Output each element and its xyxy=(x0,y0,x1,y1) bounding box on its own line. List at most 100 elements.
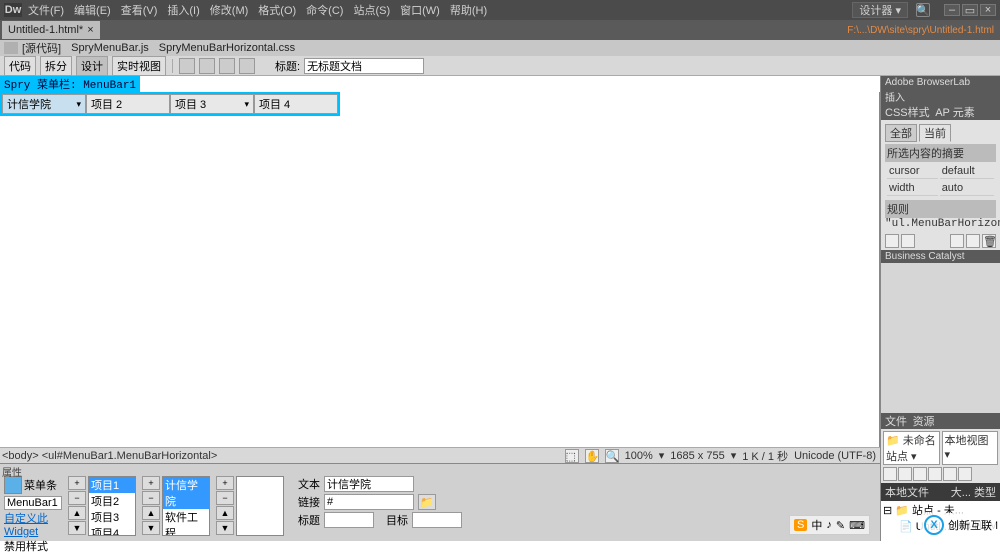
menu-level2-list[interactable]: 计信学院 软件工程 信息管理 信息安全 xyxy=(162,476,210,536)
menubar-item-2[interactable]: 项目 2 xyxy=(86,94,170,114)
menu-insert[interactable]: 插入(I) xyxy=(167,2,199,18)
menu-file[interactable]: 文件(F) xyxy=(28,2,64,18)
add-item-button[interactable]: + xyxy=(68,476,86,490)
maximize-button[interactable]: ▭ xyxy=(962,4,978,16)
toolbar-icon[interactable] xyxy=(199,58,215,74)
close-icon[interactable]: × xyxy=(87,24,93,36)
related-file-source[interactable]: [源代码] xyxy=(22,40,61,56)
tab-assets[interactable]: 资源 xyxy=(913,413,935,429)
titlea-field[interactable] xyxy=(324,512,374,528)
css-tool-icon[interactable] xyxy=(901,234,915,248)
css-tool-icon[interactable] xyxy=(885,234,899,248)
related-file-css[interactable]: SpryMenuBarHorizontal.css xyxy=(159,42,295,54)
customize-widget-link[interactable]: 自定义此 Widget xyxy=(4,510,62,538)
ime-mode[interactable]: 中 xyxy=(811,517,822,533)
table-row[interactable]: cursordefault xyxy=(887,164,994,179)
move-down-button[interactable]: ▼ xyxy=(68,521,86,535)
menubar-item-3[interactable]: 项目 3▾ xyxy=(170,94,254,114)
files-tool-icon[interactable] xyxy=(928,467,942,481)
files-tool-icon[interactable] xyxy=(883,467,897,481)
ime-icon[interactable]: ✎ xyxy=(836,519,845,532)
search-icon[interactable]: 🔍 xyxy=(916,3,930,17)
list-item[interactable]: 项目1 xyxy=(89,477,135,493)
view-split-button[interactable]: 拆分 xyxy=(40,56,72,76)
tab-ap[interactable]: AP 元素 xyxy=(935,104,975,120)
select-tool-icon[interactable]: ⬚ xyxy=(565,449,579,463)
list-item[interactable]: 计信学院 xyxy=(163,477,209,509)
move-up-button[interactable]: ▲ xyxy=(142,506,160,520)
list-item[interactable]: 项目4 xyxy=(89,525,135,536)
related-files-icon[interactable] xyxy=(4,42,18,54)
related-file-js[interactable]: SpryMenuBar.js xyxy=(71,42,149,54)
hand-tool-icon[interactable]: ✋ xyxy=(585,449,599,463)
add-item-button[interactable]: + xyxy=(142,476,160,490)
document-tab[interactable]: Untitled-1.html* × xyxy=(2,21,100,39)
toolbar-icon[interactable] xyxy=(179,58,195,74)
files-tool-icon[interactable] xyxy=(913,467,927,481)
menubar-item-4[interactable]: 项目 4 xyxy=(254,94,338,114)
zoom-level[interactable]: 100% xyxy=(625,450,653,462)
remove-item-button[interactable]: − xyxy=(68,491,86,505)
tab-files[interactable]: 文件 xyxy=(885,413,907,429)
ime-toolbar[interactable]: S 中 ♪ ✎ ⌨ xyxy=(789,515,870,535)
spry-widget-tag[interactable]: Spry 菜单栏: MenuBar1 xyxy=(0,76,140,92)
panel-adobe-browserlab[interactable]: Adobe BrowserLab xyxy=(881,76,1000,89)
view-dropdown[interactable]: 本地视图 ▾ xyxy=(942,431,999,465)
panel-business-catalyst[interactable]: Business Catalyst xyxy=(881,250,1000,263)
view-code-button[interactable]: 代码 xyxy=(4,56,36,76)
list-item[interactable]: 项目3 xyxy=(89,509,135,525)
disable-styles-label[interactable]: 禁用样式 xyxy=(4,541,48,553)
site-dropdown[interactable]: 📁 未命名站点 ▾ xyxy=(883,431,940,465)
canvas-dimensions[interactable]: 1685 x 755 xyxy=(670,450,724,462)
menu-format[interactable]: 格式(O) xyxy=(258,2,296,18)
menu-view[interactable]: 查看(V) xyxy=(121,2,158,18)
remove-item-button[interactable]: − xyxy=(142,491,160,505)
ime-icon[interactable]: ⌨ xyxy=(849,519,865,532)
remove-item-button[interactable]: − xyxy=(216,491,234,505)
zoom-tool-icon[interactable]: 🔍 xyxy=(605,449,619,463)
view-design-button[interactable]: 设计 xyxy=(76,56,108,76)
link-field[interactable] xyxy=(324,494,414,510)
menu-help[interactable]: 帮助(H) xyxy=(450,2,487,18)
panel-files[interactable]: 文件 资源 xyxy=(881,413,1000,429)
add-item-button[interactable]: + xyxy=(216,476,234,490)
files-tool-icon[interactable] xyxy=(943,467,957,481)
text-field[interactable] xyxy=(324,476,414,492)
move-down-button[interactable]: ▼ xyxy=(216,521,234,535)
view-live-button[interactable]: 实时视图 xyxy=(112,56,166,76)
css-all-tab[interactable]: 全部 xyxy=(885,124,917,142)
rule-text[interactable]: "ul.MenuBarHorizontal"... xyxy=(885,218,996,230)
trash-icon[interactable]: 🗑 xyxy=(982,234,996,248)
ime-icon[interactable]: S xyxy=(794,519,807,531)
tag-path[interactable]: <body> <ul#MenuBar1.MenuBarHorizontal> xyxy=(0,450,219,462)
minimize-button[interactable]: – xyxy=(944,4,960,16)
menubar-item-1[interactable]: 计信学院▾ xyxy=(2,94,86,114)
workspace-switcher[interactable]: 设计器 ▾ xyxy=(852,2,908,18)
list-item[interactable]: 软件工程 xyxy=(163,509,209,536)
menu-edit[interactable]: 编辑(E) xyxy=(74,2,111,18)
css-tool-icon[interactable] xyxy=(950,234,964,248)
menu-window[interactable]: 窗口(W) xyxy=(400,2,440,18)
css-tool-icon[interactable] xyxy=(966,234,980,248)
css-current-tab[interactable]: 当前 xyxy=(919,124,951,142)
move-up-button[interactable]: ▲ xyxy=(68,506,86,520)
panel-insert[interactable]: 插入 xyxy=(881,89,1000,104)
panel-css[interactable]: CSS样式 AP 元素 xyxy=(881,104,1000,120)
browse-icon[interactable]: 📁 xyxy=(418,494,436,510)
menu-level3-list[interactable] xyxy=(236,476,284,536)
target-field[interactable] xyxy=(412,512,462,528)
table-row[interactable]: widthauto xyxy=(887,181,994,196)
menu-site[interactable]: 站点(S) xyxy=(353,2,390,18)
design-canvas[interactable]: 计信学院▾ 项目 2 项目 3▾ 项目 4 xyxy=(0,92,880,447)
ime-icon[interactable]: ♪ xyxy=(826,519,832,531)
list-item[interactable]: 项目2 xyxy=(89,493,135,509)
move-down-button[interactable]: ▼ xyxy=(142,521,160,535)
files-tool-icon[interactable] xyxy=(958,467,972,481)
toolbar-icon[interactable] xyxy=(239,58,255,74)
close-button[interactable]: × xyxy=(980,4,996,16)
menu-commands[interactable]: 命令(C) xyxy=(306,2,343,18)
toolbar-icon[interactable] xyxy=(219,58,235,74)
tab-css[interactable]: CSS样式 xyxy=(885,104,930,120)
menu-modify[interactable]: 修改(M) xyxy=(210,2,249,18)
files-tool-icon[interactable] xyxy=(898,467,912,481)
